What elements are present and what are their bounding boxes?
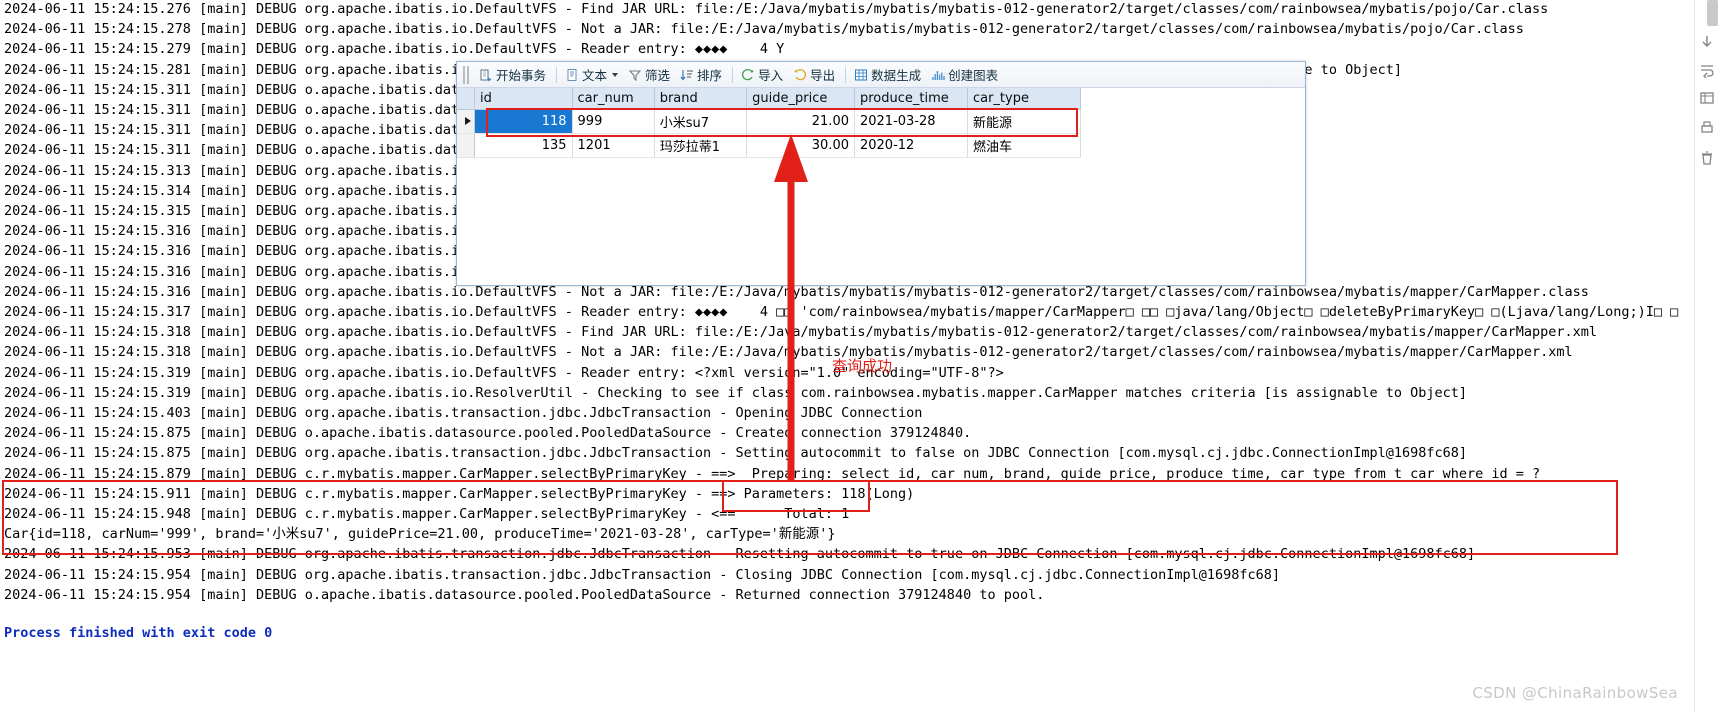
toolbar-button-label: 排序 [697,68,723,83]
transaction-icon [479,68,493,82]
log-line: 2024-06-11 15:24:15.311 [main] DEBUG o.a… [4,81,508,98]
data-grid-toolbar[interactable]: 开始事务 文本 筛选 排序 导入 导出 数据生成 创建图表 [457,62,1305,88]
log-line: Car{id=118, carNum='999', brand='小米su7',… [4,526,836,543]
toolbar-separator [845,66,847,83]
soft-wrap-icon[interactable] [1698,62,1716,78]
toolbar-button-data-generate[interactable]: 数据生成 [850,63,927,86]
log-line: 2024-06-11 15:24:15.875 [main] DEBUG org… [4,445,1467,462]
export-icon [793,68,807,82]
row-marker-cell[interactable] [457,109,475,134]
log-line: 2024-06-11 15:24:15.313 [main] DEBUG org… [4,162,508,179]
table-cell-produce-time[interactable]: 2021-03-28 [854,109,968,134]
text-icon [565,68,579,82]
log-line: 2024-06-11 15:24:15.911 [main] DEBUG c.r… [4,485,915,502]
log-line: 2024-06-11 15:24:15.279 [main] DEBUG org… [4,41,785,58]
log-line: 2024-06-11 15:24:15.875 [main] DEBUG o.a… [4,425,972,442]
table-row[interactable]: 135 1201 玛莎拉蒂1 30.00 2020-12 燃油车 [457,133,1082,158]
editor-right-gutter[interactable] [1694,0,1718,712]
toolbar-button-label: 开始事务 [496,68,547,83]
column-header-car-num[interactable]: car_num [572,88,655,110]
create-chart-icon [931,68,945,82]
toolbar-button-label: 导出 [810,68,836,83]
toolbar-button-label: 筛选 [645,68,671,83]
row-marker-cell[interactable] [457,133,475,158]
result-table[interactable]: id car_num brand guide_price produce_tim… [457,88,1082,158]
table-cell-id[interactable]: 118 [474,109,573,134]
toolbar-separator [732,66,734,83]
table-row[interactable]: 118 999 小米su7 21.00 2021-03-28 新能源 [457,109,1082,134]
toolbar-button-transaction[interactable]: 开始事务 [475,63,552,86]
table-cell-guide-price[interactable]: 30.00 [746,133,855,158]
settings-icon[interactable] [1698,90,1716,106]
log-line: 2024-06-11 15:24:15.316 [main] DEBUG org… [4,263,508,280]
log-line: 2024-06-11 15:24:15.954 [main] DEBUG o.a… [4,586,1045,603]
log-line: 2024-06-11 15:24:15.318 [main] DEBUG org… [4,344,1573,361]
scroll-down-icon[interactable] [1698,34,1716,50]
column-header-brand[interactable]: brand [654,88,748,110]
log-line: 2024-06-11 15:24:15.879 [main] DEBUG c.r… [4,465,1541,482]
column-header-guide-price[interactable]: guide_price [746,88,855,110]
print-icon[interactable] [1698,120,1716,136]
sort-icon [680,68,694,82]
log-line: 2024-06-11 15:24:15.315 [main] DEBUG org… [4,203,508,219]
row-marker-header [457,88,475,110]
data-generate-icon [854,68,868,82]
trash-icon[interactable] [1698,150,1716,166]
log-line: 2024-06-11 15:24:15.311 [main] DEBUG o.a… [4,122,508,139]
watermark-text: CSDN @ChinaRainbowSea [1472,684,1678,702]
chevron-down-icon[interactable] [612,72,619,77]
log-line: 2024-06-11 15:24:15.276 [main] DEBUG org… [4,1,1549,17]
toolbar-button-label: 导入 [758,68,784,83]
exit-code-line: Process finished with exit code 0 [4,625,273,641]
table-cell-car-type[interactable]: 新能源 [967,109,1082,134]
screen-root: 2024-06-11 15:24:15.276 [main] DEBUG org… [0,0,1718,712]
table-cell-car-type[interactable]: 燃油车 [967,133,1082,158]
log-line: 2024-06-11 15:24:15.317 [main] DEBUG org… [4,304,1679,320]
log-line: 2024-06-11 15:24:15.316 [main] DEBUG org… [4,283,1589,300]
log-line: 2024-06-11 15:24:15.954 [main] DEBUG org… [4,566,1281,583]
log-line: 2024-06-11 15:24:15.314 [main] DEBUG org… [4,182,508,199]
toolbar-button-text[interactable]: 文本 [561,63,624,86]
toolbar-button-create-chart[interactable]: 创建图表 [927,63,1004,86]
toolbar-grip[interactable] [463,65,471,84]
column-header-id[interactable]: id [474,88,573,110]
log-line: 2024-06-11 15:24:15.319 [main] DEBUG org… [4,384,1467,401]
log-line: 2024-06-11 15:24:15.311 [main] DEBUG o.a… [4,102,508,118]
column-header-car-type[interactable]: car_type [967,88,1082,110]
toolbar-button-sort[interactable]: 排序 [676,63,728,86]
table-cell-guide-price[interactable]: 21.00 [746,109,855,134]
log-line: 2024-06-11 15:24:15.318 [main] DEBUG org… [4,324,1598,341]
table-header-row: id car_num brand guide_price produce_tim… [457,88,1082,110]
toolbar-button-label: 创建图表 [948,68,999,83]
log-line: 2024-06-11 15:24:15.403 [main] DEBUG org… [4,405,923,421]
data-grid-body[interactable]: id car_num brand guide_price produce_tim… [457,88,1305,285]
toolbar-button-export[interactable]: 导出 [789,63,841,86]
filter-icon [628,68,642,82]
log-line: 2024-06-11 15:24:15.316 [main] DEBUG org… [4,223,508,240]
toolbar-button-import[interactable]: 导入 [737,63,789,86]
toolbar-button-label: 文本 [582,68,608,83]
log-line: 2024-06-11 15:24:15.316 [main] DEBUG org… [4,243,508,260]
table-cell-id[interactable]: 135 [474,133,573,158]
vertical-scrollbar-thumb[interactable] [1707,0,1718,26]
log-line: 2024-06-11 15:24:15.311 [main] DEBUG o.a… [4,142,508,159]
log-line: 2024-06-11 15:24:15.278 [main] DEBUG org… [4,21,1524,38]
table-cell-brand[interactable]: 小米su7 [654,109,748,134]
table-cell-car-num[interactable]: 999 [572,109,655,134]
log-line: 2024-06-11 15:24:15.948 [main] DEBUG c.r… [4,506,850,522]
current-row-arrow-icon [465,117,471,125]
table-cell-car-num[interactable]: 1201 [572,133,655,158]
import-icon [741,68,755,82]
table-cell-produce-time[interactable]: 2020-12 [854,133,968,158]
toolbar-button-label: 数据生成 [871,68,922,83]
log-line: 2024-06-11 15:24:15.953 [main] DEBUG org… [4,546,1476,563]
data-grid-window[interactable]: 开始事务 文本 筛选 排序 导入 导出 数据生成 创建图表 id car_num brand … [456,61,1306,286]
table-cell-brand[interactable]: 玛莎拉蒂1 [654,133,748,158]
toolbar-button-filter[interactable]: 筛选 [624,63,676,86]
column-header-produce-time[interactable]: produce_time [854,88,968,110]
toolbar-separator [556,66,558,83]
annotation-label-query-success: 查询成功 [832,357,893,375]
